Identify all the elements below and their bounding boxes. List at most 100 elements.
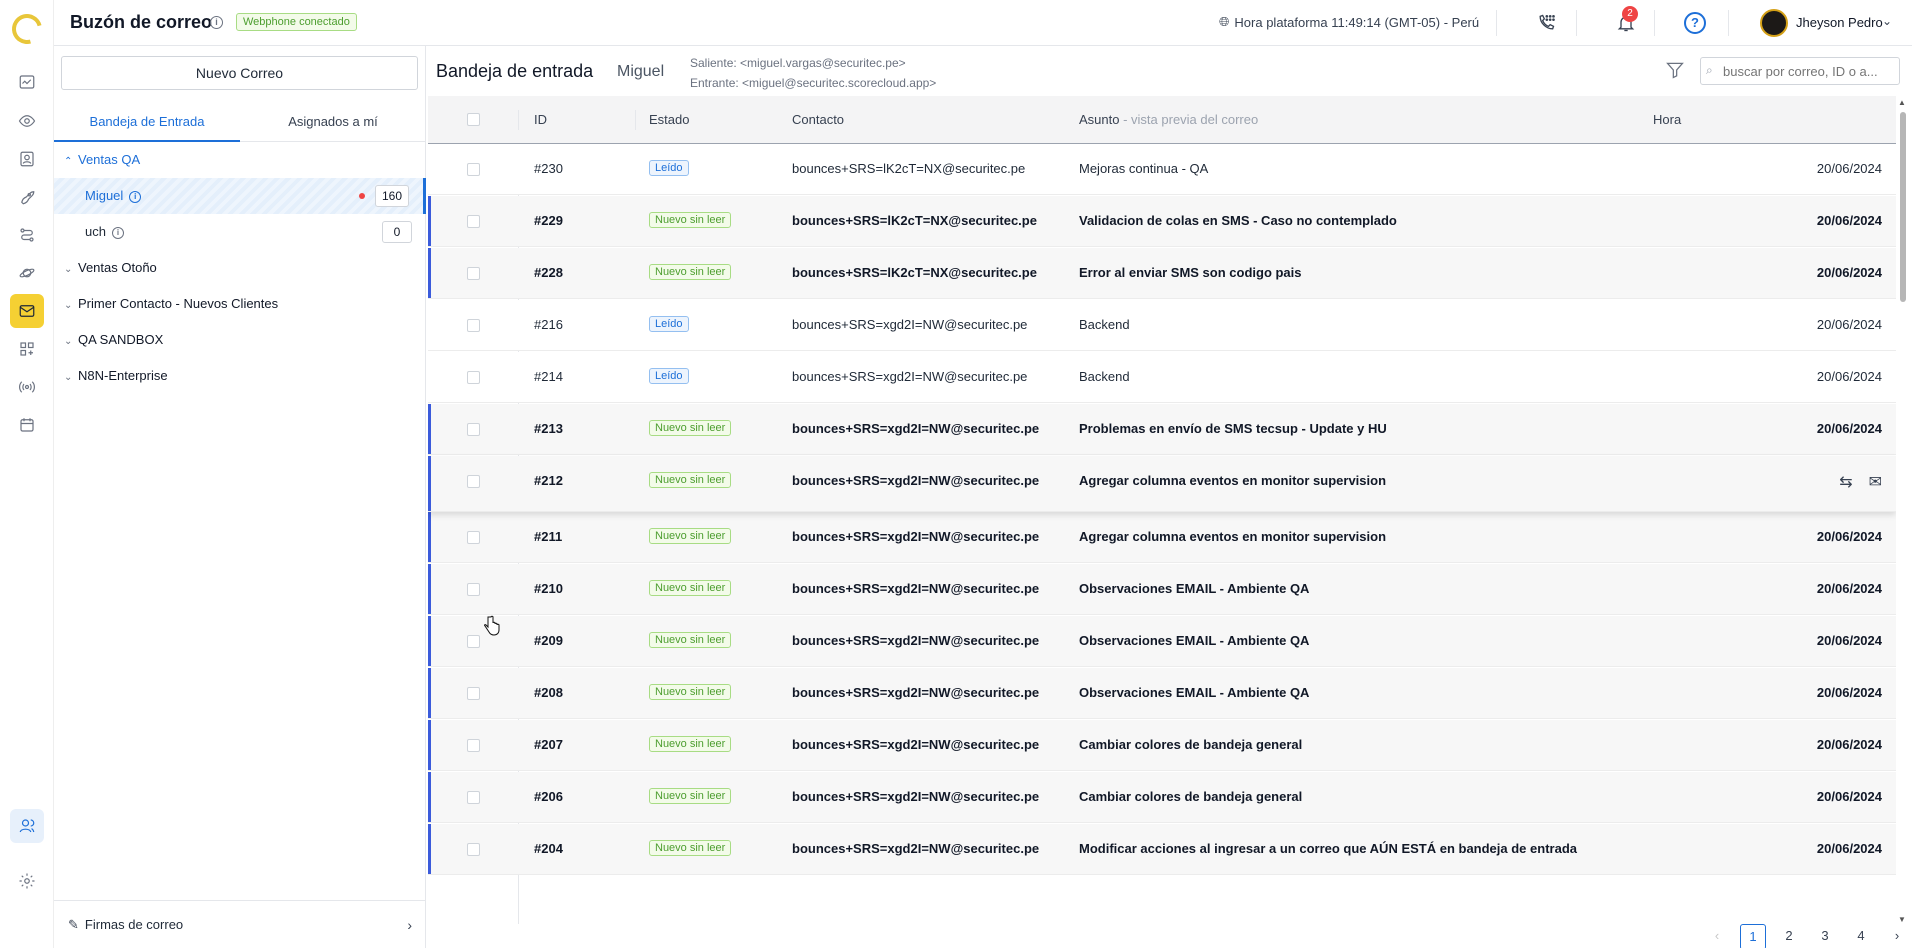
page-button[interactable]: 4	[1848, 924, 1874, 948]
eye-icon[interactable]	[10, 104, 44, 138]
webphone-status-badge: Webphone conectado	[236, 13, 357, 31]
row-checkbox[interactable]	[467, 371, 480, 384]
top-bar: Buzón de correo i Webphone conectado 🌐︎ …	[54, 0, 1912, 46]
row-checkbox[interactable]	[467, 687, 480, 700]
row-checkbox[interactable]	[467, 475, 480, 488]
broadcast-icon[interactable]	[10, 370, 44, 404]
group-primer-contacto[interactable]: ⌄ Primer Contacto - Nuevos Clientes	[54, 289, 426, 319]
mailbox-sidebar: Nuevo Correo Bandeja de Entrada Asignado…	[54, 46, 426, 948]
info-icon[interactable]: i	[210, 16, 223, 29]
row-checkbox[interactable]	[467, 583, 480, 596]
table-row[interactable]: #216 Leído bounces+SRS=xgd2I=NW@securitec.…	[428, 300, 1896, 351]
table-row[interactable]: #229 Nuevo sin leer bounces+SRS=lK2cT=NX@s…	[428, 196, 1896, 247]
select-all-checkbox[interactable]	[467, 113, 480, 126]
calendar-icon[interactable]	[10, 408, 44, 442]
table-row[interactable]: #230 Leído bounces+SRS=lK2cT=NX@securitec.…	[428, 144, 1896, 195]
unread-dot	[359, 193, 365, 199]
platform-clock-text: Hora plataforma 11:49:14 (GMT-05) - Perú	[1234, 14, 1480, 30]
tab-assigned[interactable]: Asignados a mí	[240, 102, 426, 142]
table-row[interactable]: #211 Nuevo sin leer bounces+SRS=xgd2I=NW@s…	[428, 512, 1896, 563]
pagination: ‹ 1 2 3 4 ›	[428, 924, 1912, 948]
mark-read-icon[interactable]: ✉︎	[1869, 472, 1882, 492]
next-page-button[interactable]: ›	[1884, 924, 1910, 948]
column-time[interactable]: Hora	[1653, 96, 1681, 144]
rocket-icon[interactable]	[10, 180, 44, 214]
email-signatures-link[interactable]: ✎ Firmas de correo ›	[54, 900, 426, 948]
group-n8n-enterprise[interactable]: ⌄ N8N-Enterprise	[54, 361, 426, 391]
row-checkbox[interactable]	[467, 739, 480, 752]
page-button[interactable]: 3	[1812, 924, 1838, 948]
gear-icon[interactable]	[10, 864, 44, 898]
page-button[interactable]: 1	[1740, 924, 1766, 948]
tab-inbox[interactable]: Bandeja de Entrada	[54, 102, 240, 142]
prev-page-button[interactable]: ‹	[1704, 924, 1730, 948]
info-icon[interactable]: i	[111, 226, 124, 239]
mail-icon[interactable]	[10, 294, 44, 328]
dialpad-icon[interactable]	[1534, 11, 1558, 35]
scroll-down-icon[interactable]: ▼	[1898, 915, 1906, 924]
row-subject: Cambiar colores de bandeja general	[1079, 789, 1303, 804]
row-checkbox[interactable]	[467, 635, 480, 648]
column-id[interactable]: ID	[534, 96, 547, 144]
hand-cursor-icon	[484, 615, 500, 636]
column-contact[interactable]: Contacto	[792, 96, 844, 144]
mail-table: ID Estado Contacto Asunto - vista previa…	[428, 96, 1896, 924]
column-status[interactable]: Estado	[649, 96, 689, 144]
scroll-up-icon[interactable]: ▲	[1898, 98, 1906, 107]
unread-indicator	[428, 196, 431, 246]
unread-indicator	[428, 720, 431, 770]
app-root: Buzón de correo i Webphone conectado 🌐︎ …	[0, 0, 1912, 948]
table-row[interactable]: #208 Nuevo sin leer bounces+SRS=xgd2I=NW@s…	[428, 668, 1896, 719]
row-id: #211	[534, 529, 563, 544]
mailbox-item-miguel[interactable]: Miguel i 160	[54, 178, 426, 214]
row-subject: Observaciones EMAIL - Ambiente QA	[1079, 685, 1310, 700]
routing-icon[interactable]	[10, 218, 44, 252]
user-name[interactable]: Jheyson Pedro	[1796, 15, 1883, 30]
table-row[interactable]: #213 Nuevo sin leer bounces+SRS=xgd2I=NW@s…	[428, 404, 1896, 455]
app-logo-icon[interactable]	[6, 8, 48, 50]
row-checkbox[interactable]	[467, 163, 480, 176]
new-mail-button[interactable]: Nuevo Correo	[61, 56, 418, 90]
chevron-down-icon[interactable]: ⌄	[1882, 14, 1892, 28]
row-checkbox[interactable]	[467, 843, 480, 856]
row-checkbox[interactable]	[467, 791, 480, 804]
mailbox-item-uch[interactable]: uch i 0	[54, 214, 426, 250]
filter-icon[interactable]	[1665, 60, 1687, 82]
table-row[interactable]: #209 Nuevo sin leer bounces+SRS=xgd2I=NW@s…	[428, 616, 1896, 667]
row-checkbox[interactable]	[467, 267, 480, 280]
table-row[interactable]: #228 Nuevo sin leer bounces+SRS=lK2cT=NX@s…	[428, 248, 1896, 299]
activity-icon[interactable]	[10, 65, 44, 99]
divider	[1728, 10, 1729, 36]
email-signatures-label: Firmas de correo	[84, 917, 184, 932]
scrollbar-thumb[interactable]	[1900, 112, 1906, 302]
table-scrollbar[interactable]: ▲ ▼	[1898, 98, 1908, 924]
row-checkbox[interactable]	[467, 215, 480, 228]
apps-grid-icon[interactable]	[10, 332, 44, 366]
column-subject[interactable]: Asunto - vista previa del correo	[1079, 96, 1258, 144]
table-row[interactable]: #214 Leído bounces+SRS=xgd2I=NW@securitec.…	[428, 352, 1896, 403]
group-ventas-otono[interactable]: ⌄ Ventas Otoño	[54, 253, 426, 283]
row-date: 20/06/2024	[1816, 581, 1882, 596]
table-row[interactable]: #204 Nuevo sin leer bounces+SRS=xgd2I=NW@s…	[428, 824, 1896, 875]
table-row[interactable]: #206 Nuevo sin leer bounces+SRS=xgd2I=NW@s…	[428, 772, 1896, 823]
avatar[interactable]	[1760, 9, 1788, 37]
group-ventas-qa[interactable]: ⌃ Ventas QA	[54, 145, 426, 175]
contact-card-icon[interactable]	[10, 142, 44, 176]
table-row[interactable]: #212 Nuevo sin leer bounces+SRS=xgd2I=NW@s…	[428, 456, 1896, 512]
planet-icon[interactable]	[10, 256, 44, 290]
table-row[interactable]: #207 Nuevo sin leer bounces+SRS=xgd2I=NW@s…	[428, 720, 1896, 771]
row-subject: Observaciones EMAIL - Ambiente QA	[1079, 581, 1310, 596]
help-icon[interactable]: ?	[1684, 12, 1706, 34]
table-row[interactable]: #210 Nuevo sin leer bounces+SRS=xgd2I=NW@s…	[428, 564, 1896, 615]
info-icon[interactable]: i	[129, 190, 142, 203]
search-input[interactable]	[1700, 57, 1900, 85]
status-badge: Nuevo sin leer	[649, 420, 732, 436]
row-checkbox[interactable]	[467, 423, 480, 436]
row-checkbox[interactable]	[467, 319, 480, 332]
row-checkbox[interactable]	[467, 531, 480, 544]
users-icon[interactable]	[10, 809, 44, 843]
page-button[interactable]: 2	[1776, 924, 1802, 948]
transfer-icon[interactable]: ⇆	[1839, 472, 1852, 492]
incoming-address: Entrante: <miguel@securitec.scorecloud.a…	[690, 76, 937, 90]
group-qa-sandbox[interactable]: ⌄ QA SANDBOX	[54, 325, 426, 355]
